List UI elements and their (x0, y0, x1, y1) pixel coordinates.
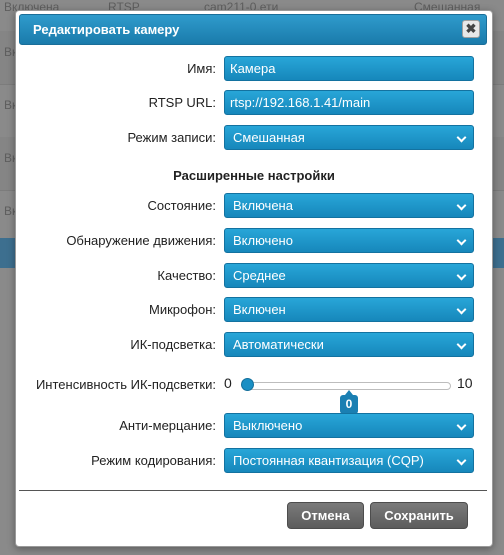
anti-flicker-row: Анти-мерцание: Выключено (16, 413, 492, 438)
ir-intensity-row: Интенсивность ИК-подсветки: 0 10 0 (16, 369, 492, 414)
ir-intensity-max: 10 (457, 375, 473, 391)
record-mode-row: Режим записи: Смешанная (16, 125, 492, 150)
ir-intensity-slider-track[interactable] (242, 382, 451, 390)
edit-camera-dialog: Редактировать камеру ✖ Имя: Камера RTSP … (15, 10, 493, 547)
cancel-button[interactable]: Отмена (287, 502, 364, 529)
encoding-mode-label: Режим кодирования: (91, 453, 216, 468)
name-label: Имя: (187, 61, 216, 76)
record-mode-select[interactable]: Смешанная (224, 125, 474, 150)
motion-detection-row: Обнаружение движения: Включено (16, 228, 492, 253)
ir-intensity-value-tooltip: 0 (340, 390, 358, 414)
close-icon[interactable]: ✖ (462, 20, 480, 38)
rtsp-url-row: RTSP URL: rtsp://192.168.1.41/main (16, 90, 492, 115)
microphone-label: Микрофон: (149, 302, 216, 317)
dialog-title: Редактировать камеру (33, 22, 180, 37)
microphone-select[interactable]: Включен (224, 297, 474, 322)
encoding-mode-row: Режим кодирования: Постоянная квантизаци… (16, 448, 492, 473)
anti-flicker-label: Анти-мерцание: (119, 418, 216, 433)
ir-light-label: ИК-подсветка: (130, 337, 216, 352)
motion-detection-select[interactable]: Включено (224, 228, 474, 253)
quality-label: Качество: (157, 268, 216, 283)
quality-select[interactable]: Среднее (224, 263, 474, 288)
state-row: Состояние: Включена (16, 193, 492, 218)
rtsp-url-input[interactable]: rtsp://192.168.1.41/main (224, 90, 474, 115)
dialog-titlebar[interactable]: Редактировать камеру ✖ (19, 14, 487, 45)
rtsp-url-label: RTSP URL: (148, 95, 216, 110)
encoding-mode-select[interactable]: Постоянная квантизация (CQP) (224, 448, 474, 473)
name-input[interactable]: Камера (224, 56, 474, 81)
name-row: Имя: Камера (16, 56, 492, 81)
footer-divider (19, 490, 487, 491)
motion-detection-label: Обнаружение движения: (66, 233, 216, 248)
record-mode-label: Режим записи: (127, 130, 216, 145)
ir-light-row: ИК-подсветка: Автоматически (16, 332, 492, 357)
anti-flicker-select[interactable]: Выключено (224, 413, 474, 438)
state-label: Состояние: (147, 198, 216, 213)
ir-intensity-slider-handle[interactable] (241, 378, 254, 391)
state-select[interactable]: Включена (224, 193, 474, 218)
advanced-settings-heading: Расширенные настройки (173, 168, 335, 183)
quality-row: Качество: Среднее (16, 263, 492, 288)
ir-light-select[interactable]: Автоматически (224, 332, 474, 357)
ir-intensity-min: 0 (224, 375, 232, 391)
ir-intensity-label: Интенсивность ИК-подсветки: (35, 377, 216, 392)
save-button[interactable]: Сохранить (370, 502, 468, 529)
microphone-row: Микрофон: Включен (16, 297, 492, 322)
